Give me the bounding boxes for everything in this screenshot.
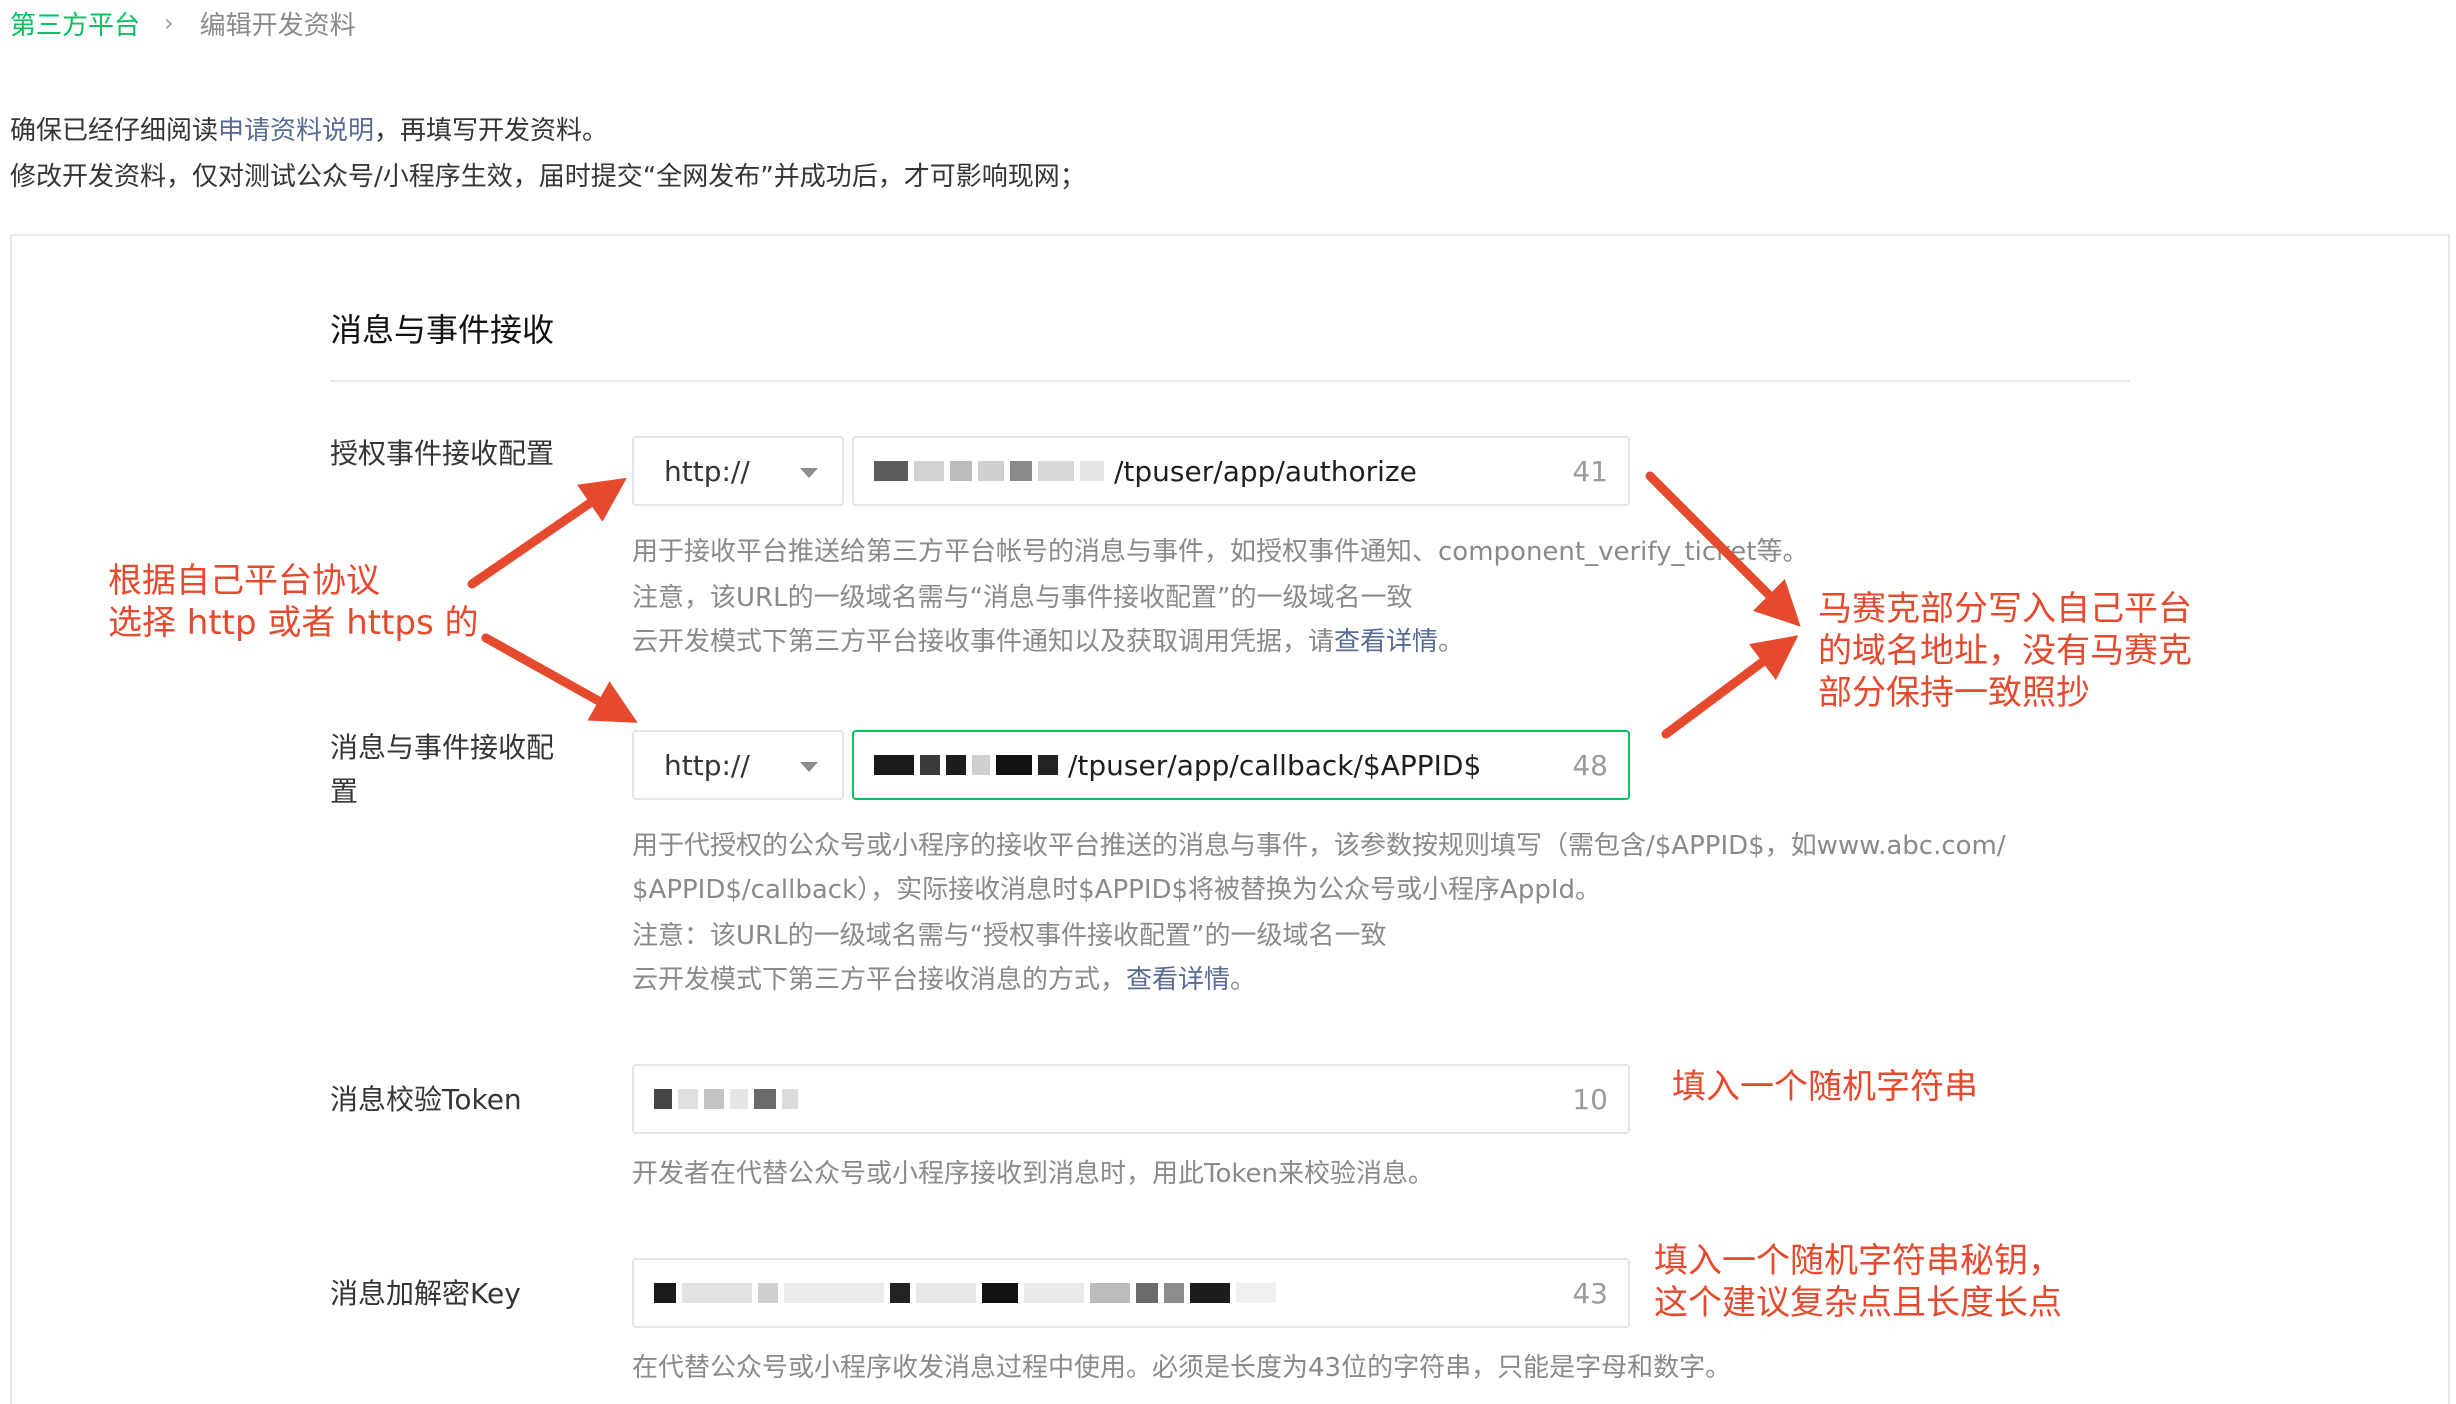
key-annotation-line-2: 这个建议复杂点且长度长点 <box>1654 1283 2062 1323</box>
arrow-to-callback-protocol <box>481 633 638 723</box>
domain-annotation: 马赛克部分写入自己平台 的域名地址，没有马赛克 部分保持一致照抄 <box>1818 588 2192 714</box>
domain-annotation-line-3: 部分保持一致照抄 <box>1818 673 2090 713</box>
arrow-from-authorize-input <box>1645 471 1801 627</box>
arrow-to-authorize-protocol <box>467 477 627 589</box>
protocol-annotation-line-2: 选择 http 或者 https 的 <box>108 603 479 643</box>
token-annotation: 填入一个随机字符串 <box>1672 1067 1978 1107</box>
domain-annotation-line-2: 的域名地址，没有马赛克 <box>1818 631 2192 671</box>
domain-annotation-line-1: 马赛克部分写入自己平台 <box>1818 589 2192 629</box>
key-annotation-line-1: 填入一个随机字符串秘钥， <box>1654 1241 2062 1281</box>
protocol-annotation: 根据自己平台协议 选择 http 或者 https 的 <box>108 560 479 644</box>
protocol-annotation-line-1: 根据自己平台协议 <box>108 561 380 601</box>
arrow-from-callback-input <box>1661 635 1799 739</box>
key-annotation: 填入一个随机字符串秘钥， 这个建议复杂点且长度长点 <box>1654 1240 2062 1324</box>
